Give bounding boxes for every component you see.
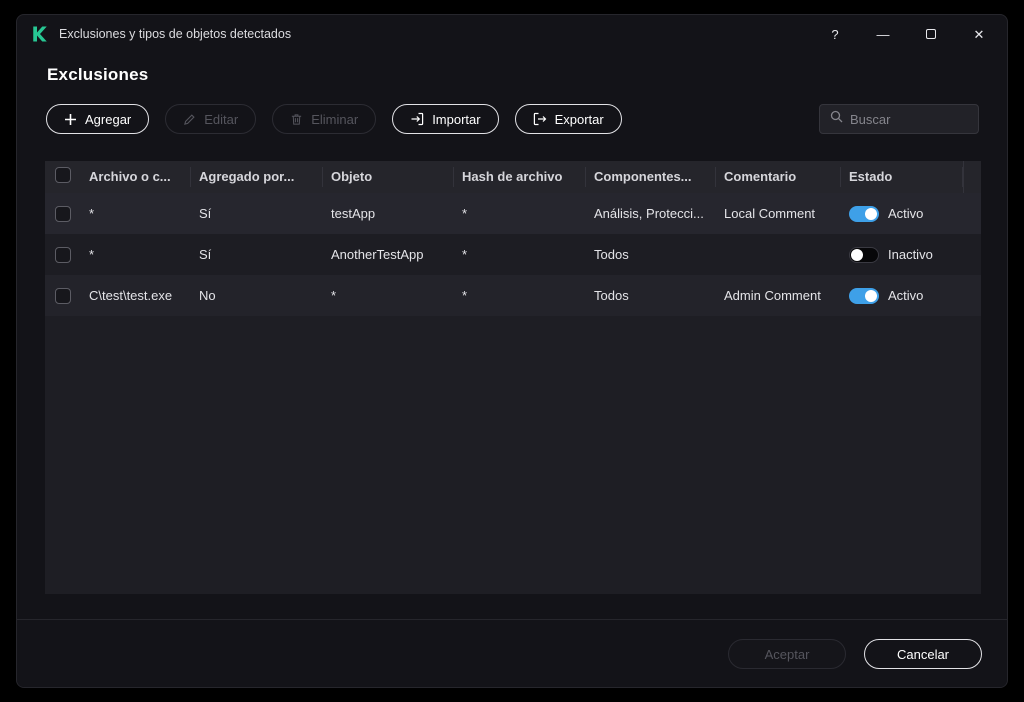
search-icon [830, 110, 843, 128]
app-window: Exclusiones y tipos de objetos detectado… [16, 14, 1008, 688]
edit-button-label: Editar [204, 111, 239, 127]
cell-added-by: No [199, 288, 216, 303]
header-added-by[interactable]: Agregado por... [191, 167, 323, 187]
page-title: Exclusiones [47, 65, 149, 84]
export-icon [533, 112, 547, 126]
minimize-button[interactable]: — [875, 26, 891, 42]
cell-file: * [89, 247, 95, 262]
export-button[interactable]: Exportar [514, 104, 622, 134]
delete-button-label: Eliminar [311, 111, 359, 127]
status-label: Inactivo [888, 247, 933, 262]
cell-object: testApp [331, 206, 376, 221]
header-comment[interactable]: Comentario [716, 167, 841, 187]
cell-file: * [89, 206, 95, 221]
cell-hash: * [462, 206, 468, 221]
header-state[interactable]: Estado [841, 167, 963, 187]
toggle-knob [865, 289, 877, 302]
export-button-label: Exportar [554, 111, 604, 127]
header-components[interactable]: Componentes... [586, 167, 716, 187]
toggle-knob [865, 207, 877, 220]
add-button[interactable]: Agregar [46, 104, 150, 134]
delete-button[interactable]: Eliminar [272, 104, 377, 134]
table-empty-area [45, 316, 981, 594]
cell-hash: * [462, 247, 468, 262]
cell-object: * [331, 288, 337, 303]
header-hash[interactable]: Hash de archivo [454, 167, 586, 187]
select-all-checkbox[interactable] [55, 167, 71, 183]
pencil-icon [183, 113, 196, 126]
close-icon: ✕ [973, 26, 985, 42]
header-file[interactable]: Archivo o c... [81, 167, 191, 187]
plus-icon [64, 113, 77, 126]
cell-added-by: Sí [199, 206, 212, 221]
maximize-icon [926, 29, 936, 39]
add-button-label: Agregar [85, 111, 132, 127]
table-row[interactable]: C\test\test.exe No * * Todos Admin Comme… [45, 275, 981, 316]
exclusions-table: Archivo o c... Agregado por... Objeto Ha… [45, 161, 981, 594]
cancel-button[interactable]: Cancelar [864, 639, 982, 669]
window-title: Exclusiones y tipos de objetos detectado… [59, 27, 292, 41]
table-row[interactable]: * Sí AnotherTestApp * Todos Inactivo [45, 234, 981, 275]
maximize-button[interactable] [923, 26, 939, 42]
edit-button[interactable]: Editar [165, 104, 257, 134]
header-spacer [963, 161, 981, 193]
status-label: Activo [888, 288, 924, 303]
import-button[interactable]: Importar [392, 104, 499, 134]
row-checkbox[interactable] [55, 287, 71, 304]
table-row[interactable]: * Sí testApp * Análisis, Protecci... Loc… [45, 193, 981, 234]
table-header-row: Archivo o c... Agregado por... Objeto Ha… [45, 161, 981, 193]
search-input[interactable] [850, 111, 968, 127]
minimize-icon: — [876, 26, 890, 42]
footer-bar: Aceptar Cancelar [17, 619, 1007, 687]
cell-components: Todos [594, 247, 629, 262]
toggle-knob [851, 248, 863, 261]
window-controls: ? — ✕ [827, 26, 993, 42]
status-label: Activo [888, 206, 924, 221]
header-object[interactable]: Objeto [323, 167, 454, 187]
import-button-label: Importar [432, 111, 481, 127]
trash-icon [290, 113, 303, 126]
cell-object: AnotherTestApp [331, 247, 424, 262]
cell-comment: Local Comment [724, 206, 816, 221]
kaspersky-logo-icon [31, 25, 49, 43]
cell-hash: * [462, 288, 468, 303]
import-icon [410, 112, 424, 126]
row-checkbox[interactable] [55, 205, 71, 222]
titlebar: Exclusiones y tipos de objetos detectado… [17, 15, 1007, 53]
cell-components: Análisis, Protecci... [594, 206, 704, 221]
accept-button[interactable]: Aceptar [728, 639, 846, 669]
row-checkbox[interactable] [55, 246, 71, 263]
help-button[interactable]: ? [827, 26, 843, 42]
status-toggle[interactable] [849, 287, 879, 304]
toolbar: Agregar Editar Eliminar Importar Exporta [46, 104, 979, 134]
cell-components: Todos [594, 288, 629, 303]
cell-added-by: Sí [199, 247, 212, 262]
search-box [819, 104, 979, 134]
cell-comment: Admin Comment [724, 288, 821, 303]
close-button[interactable]: ✕ [971, 26, 987, 42]
cell-file: C\test\test.exe [89, 288, 173, 303]
status-toggle[interactable] [849, 246, 879, 263]
status-toggle[interactable] [849, 205, 879, 222]
